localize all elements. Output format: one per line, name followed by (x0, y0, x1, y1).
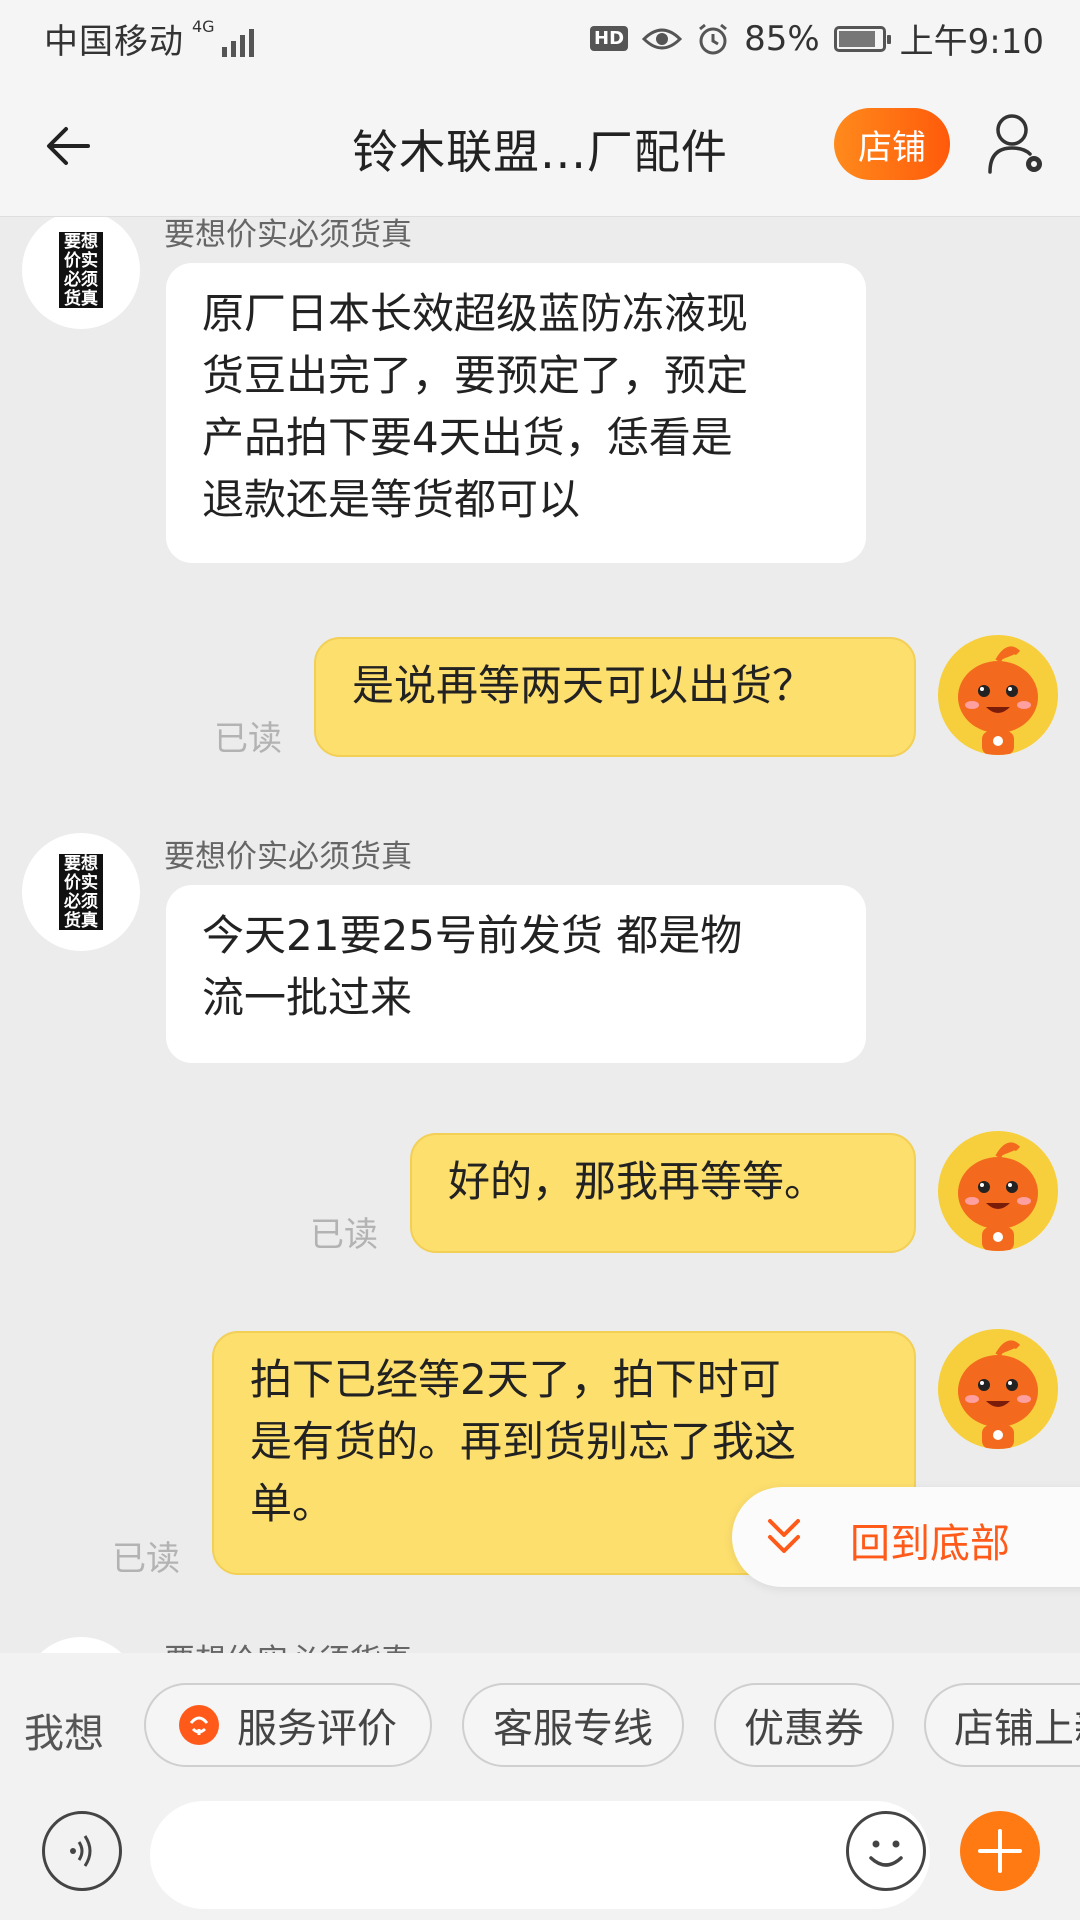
chip-store-new[interactable]: 店铺上新 (924, 1683, 1080, 1767)
network-type: 4G (192, 16, 215, 36)
battery-percent: 85% (744, 18, 820, 59)
message-line: 拍下已经等2天了，拍下时可 (250, 1355, 781, 1404)
hd-icon: HD (590, 26, 629, 51)
chat-message-list[interactable]: 要想价实必须货真 要想价实必须货真 原厂日本长效超级蓝防冻液现 货豆出完了，要预… (0, 217, 1080, 1653)
message-line: 今天21要25号前发货 都是物 (202, 911, 743, 960)
shop-logo: 要想价实必须货真 (59, 854, 103, 931)
mascot-icon (958, 646, 1038, 755)
message-line: 是有货的。再到货别忘了我这 (250, 1417, 797, 1466)
sender-name: 要想价实必须货真 (164, 1635, 412, 1653)
mascot-icon (958, 1340, 1038, 1449)
emoji-button[interactable] (846, 1811, 926, 1891)
my-avatar[interactable] (938, 1329, 1058, 1449)
message-bubble-outgoing[interactable]: 是说再等两天可以出货？ (314, 637, 916, 757)
plus-icon (978, 1829, 1022, 1873)
input-bar (0, 1801, 1080, 1920)
chip-label: 客服专线 (493, 1706, 653, 1752)
chip-label: 优惠券 (744, 1706, 864, 1752)
read-receipt: 已读 (112, 1539, 180, 1579)
user-settings-icon[interactable] (986, 112, 1048, 178)
message-input[interactable] (150, 1801, 930, 1909)
quick-action-label: 我想 (24, 1711, 104, 1757)
message-line: 货豆出完了，要预定了，预定 (202, 351, 749, 400)
shop-avatar[interactable]: 要想价实必须货真 (22, 833, 140, 951)
message-line: 是说再等两天可以出货？ (352, 661, 815, 710)
message-bubble-incoming[interactable]: 今天21要25号前发货 都是物 流一批过来 (166, 885, 866, 1063)
message-line: 好的，那我再等等。 (448, 1157, 827, 1206)
message-line: 原厂日本长效超级蓝防冻液现 (202, 289, 749, 338)
eye-icon (642, 28, 683, 49)
signal-icon: 4G (192, 16, 254, 57)
status-bar: 中国移动 4G HD 85% 上午9:10 (0, 0, 1080, 76)
voice-input-button[interactable] (42, 1811, 122, 1891)
double-chevron-down-icon (768, 1519, 800, 1553)
message-line: 退款还是等货都可以 (202, 475, 581, 524)
shop-avatar[interactable]: 要想价实必须货真 (22, 217, 140, 329)
chip-service-rating[interactable]: 服务评价 (144, 1683, 432, 1767)
read-receipt: 已读 (310, 1215, 378, 1255)
scroll-to-bottom-button[interactable]: 回到底部 (732, 1487, 1080, 1587)
battery-icon (833, 25, 891, 52)
shop-avatar[interactable] (22, 1637, 140, 1653)
alarm-icon (699, 23, 727, 54)
store-button[interactable]: 店铺 (834, 108, 950, 180)
smiley-icon (869, 1840, 903, 1867)
message-bubble-incoming[interactable]: 原厂日本长效超级蓝防冻液现 货豆出完了，要预定了，预定 产品拍下要4天出货，恁看… (166, 263, 866, 563)
message-line: 流一批过来 (202, 973, 413, 1022)
read-receipt: 已读 (214, 719, 282, 759)
clock: 上午9:10 (899, 22, 1044, 62)
chip-coupon[interactable]: 优惠券 (714, 1683, 894, 1767)
carrier-name: 中国移动 (44, 22, 184, 62)
navigation-bar: 铃木联盟...厂配件 店铺 (0, 76, 1080, 217)
chip-label: 服务评价 (237, 1706, 397, 1752)
sender-name: 要想价实必须货真 (164, 217, 412, 253)
message-bubble-outgoing[interactable]: 好的，那我再等等。 (410, 1133, 916, 1253)
chip-service-hotline[interactable]: 客服专线 (462, 1683, 684, 1767)
quick-action-bar: 我想 服务评价 客服专线 优惠券 店铺上新 (0, 1653, 1080, 1801)
my-avatar[interactable] (938, 635, 1058, 755)
scroll-to-bottom-label: 回到底部 (850, 1521, 1010, 1567)
shop-logo: 要想价实必须货真 (59, 232, 103, 309)
message-line: 产品拍下要4天出货，恁看是 (202, 413, 733, 462)
mascot-icon (958, 1142, 1038, 1251)
voice-icon (70, 1835, 92, 1867)
sender-name: 要想价实必须货真 (164, 839, 412, 875)
chip-label: 店铺上新 (954, 1706, 1080, 1752)
my-avatar[interactable] (938, 1131, 1058, 1251)
rating-icon (179, 1705, 219, 1745)
more-options-button[interactable] (960, 1811, 1040, 1891)
